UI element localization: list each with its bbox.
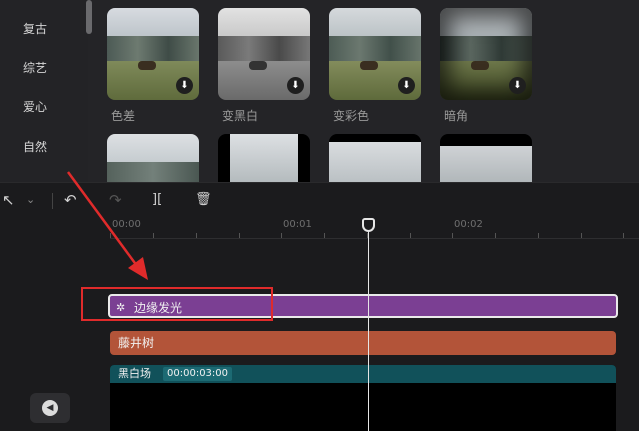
annotation-arrow (66, 171, 148, 280)
